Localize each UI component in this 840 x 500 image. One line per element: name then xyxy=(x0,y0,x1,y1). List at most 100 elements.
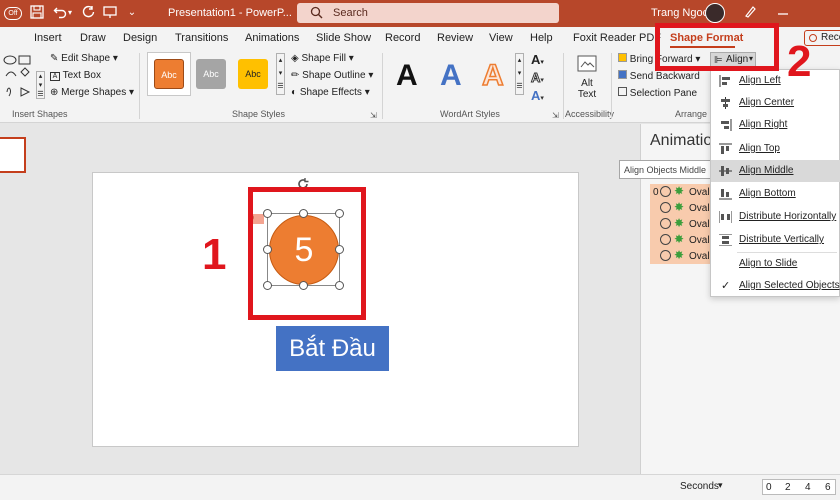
animation-entry-label: Oval xyxy=(689,235,710,246)
avatar[interactable] xyxy=(705,3,725,23)
present-icon[interactable] xyxy=(102,5,118,21)
tooltip-text: Align Objects Middle xyxy=(624,165,707,175)
send-backward-button[interactable]: Send Backward xyxy=(618,70,700,82)
tab-slide-show[interactable]: Slide Show xyxy=(316,32,371,44)
shape-effects-button[interactable]: ◐ Shape Effects ▾ xyxy=(291,87,370,98)
divider xyxy=(611,53,612,119)
style-swatch-gray[interactable]: Abc xyxy=(196,59,226,89)
menu-item-align-bottom[interactable]: Align Bottom xyxy=(711,183,840,205)
slide-thumbnail[interactable] xyxy=(0,137,26,173)
menu-item-align-left[interactable]: Align Left xyxy=(711,70,840,92)
wordart-black[interactable]: A xyxy=(396,59,418,93)
animation-entry-number: 0 xyxy=(653,187,659,198)
menu-item-align-right[interactable]: Align Right xyxy=(711,114,840,136)
selection-pane-button[interactable]: Selection Pane xyxy=(618,87,697,99)
tab-record[interactable]: Record xyxy=(385,32,420,44)
menu-item-label: Align Top xyxy=(739,143,780,154)
search-placeholder: Search xyxy=(333,7,368,19)
animation-entry-label: Oval xyxy=(689,203,710,214)
wordart-gallery-more-icon[interactable]: ▴ ▾ ☰ xyxy=(515,53,524,95)
menu-item-label: Align Center xyxy=(739,97,795,108)
swatch-text: Abc xyxy=(203,69,219,79)
align-left-icon xyxy=(719,75,730,87)
animation-entry[interactable]: ✸ Oval xyxy=(653,248,713,264)
undo-dropdown-icon[interactable]: ▾ xyxy=(66,5,74,21)
minimize-icon[interactable] xyxy=(775,5,791,21)
tab-foxit-reader-pdf[interactable]: Foxit Reader PDF xyxy=(573,32,661,44)
merge-shapes-button[interactable]: ⊕ Merge Shapes ▾ xyxy=(50,87,134,98)
autosave-toggle[interactable]: Off xyxy=(4,7,22,20)
customize-toolbar-icon[interactable]: ⌄ xyxy=(124,5,140,21)
checkmark-icon: ✓ xyxy=(721,280,731,292)
wordart-blue[interactable]: A xyxy=(440,59,462,93)
text-outline-icon[interactable]: A▾ xyxy=(531,70,544,86)
alt-text-label-2: Text xyxy=(577,89,597,100)
insert-shapes-group-label: Insert Shapes xyxy=(12,109,68,119)
align-bottom-icon xyxy=(719,189,732,200)
menu-item-distribute-vertically[interactable]: Distribute Vertically xyxy=(711,229,840,251)
animation-entry[interactable]: ✸ Oval xyxy=(653,216,713,232)
step-marker-2: 2 xyxy=(787,37,812,86)
align-dropdown-menu: Align Left Align Center Align Right Alig… xyxy=(710,69,840,297)
menu-item-align-middle[interactable]: Align Middle xyxy=(711,160,840,182)
style-swatch-orange[interactable]: Abc xyxy=(154,59,184,89)
shape-outline-button[interactable]: ✏ Shape Outline ▾ xyxy=(291,70,373,81)
status-bar: Seconds ▾ 0 2 4 6 xyxy=(0,474,840,500)
tab-review[interactable]: Review xyxy=(437,32,473,44)
alt-text-label-1: Alt xyxy=(581,78,593,89)
dialog-launcher-icon[interactable]: ⇲ xyxy=(370,111,377,120)
menu-item-label: Align Left xyxy=(739,75,781,86)
menu-item-label: Align to Slide xyxy=(739,258,798,269)
menu-item-label: Align Bottom xyxy=(739,188,796,199)
text-fill-icon[interactable]: A▾ xyxy=(531,52,544,67)
timeline-tick: 0 xyxy=(766,482,772,493)
menu-item-align-to-slide[interactable]: Align to Slide xyxy=(711,253,840,275)
animation-entry[interactable]: ✸ Oval xyxy=(653,232,713,248)
entrance-star-icon: ✸ xyxy=(674,248,685,262)
seconds-label: Seconds xyxy=(680,481,719,492)
pencil-outline-icon: ✏ xyxy=(291,70,300,81)
wordart-orange-outline[interactable]: A xyxy=(481,58,504,93)
tab-design[interactable]: Design xyxy=(123,32,157,44)
tab-help[interactable]: Help xyxy=(530,32,553,44)
save-icon[interactable] xyxy=(29,5,45,21)
chevron-down-icon[interactable]: ▾ xyxy=(718,480,723,491)
shape-gallery-more-icon[interactable]: ▴ ▾ ☰ xyxy=(36,71,45,99)
tab-animations[interactable]: Animations xyxy=(245,32,299,44)
redo-icon[interactable] xyxy=(80,5,96,21)
tab-draw[interactable]: Draw xyxy=(80,32,106,44)
animation-entry[interactable]: ✸ Oval xyxy=(653,200,713,216)
search-box[interactable]: Search xyxy=(297,3,559,23)
menu-item-distribute-horizontally[interactable]: Distribute Horizontally xyxy=(711,206,840,228)
style-gallery-more-icon[interactable]: ▴ ▾ ☰ xyxy=(276,53,285,95)
shape-fill-button[interactable]: ◈ Shape Fill ▾ xyxy=(291,53,354,64)
pen-icon[interactable] xyxy=(742,5,758,21)
edit-shape-button[interactable]: ✎ Edit Shape ▾ xyxy=(50,53,118,64)
alt-text-button[interactable]: Alt Text xyxy=(571,53,603,107)
shape-effects-label: Shape Effects xyxy=(299,87,362,98)
animation-entry[interactable]: 0 ✸ Oval xyxy=(653,184,713,200)
swatch-text: Abc xyxy=(245,69,261,79)
dialog-launcher-icon[interactable]: ⇲ xyxy=(552,111,559,120)
tab-view[interactable]: View xyxy=(489,32,513,44)
menu-item-label: Distribute Horizontally xyxy=(739,211,837,222)
highlight-box-shape xyxy=(248,187,366,320)
divider xyxy=(563,53,564,119)
tab-insert[interactable]: Insert xyxy=(34,32,62,44)
start-button-label: Bắt Đầu xyxy=(289,335,376,362)
document-title: Presentation1 - PowerP... xyxy=(168,7,292,19)
timeline-tick: 2 xyxy=(785,482,791,493)
menu-item-label: Distribute Vertically xyxy=(739,234,825,245)
timeline-scale: 0 2 4 6 xyxy=(762,479,836,495)
menu-item-align-top[interactable]: Align Top xyxy=(711,138,840,160)
style-swatch-yellow[interactable]: Abc xyxy=(238,59,268,89)
tab-transitions[interactable]: Transitions xyxy=(175,32,228,44)
tooltip: Align Objects Middle xyxy=(619,160,711,179)
text-box-button[interactable]: A Text Box xyxy=(50,70,101,81)
start-button-shape[interactable]: Bắt Đầu xyxy=(276,326,389,371)
selection-pane-icon xyxy=(618,87,627,96)
align-middle-icon xyxy=(719,166,732,176)
menu-item-align-selected-objects[interactable]: ✓ Align Selected Objects xyxy=(711,275,840,297)
text-effects-icon[interactable]: A▾ xyxy=(531,88,544,103)
menu-item-align-center[interactable]: Align Center xyxy=(711,92,840,114)
